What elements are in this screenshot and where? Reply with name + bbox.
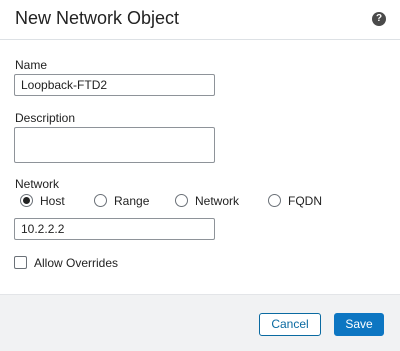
new-network-object-dialog: New Network Object ? Name Description Ne… [0, 0, 400, 351]
cancel-button[interactable]: Cancel [259, 313, 321, 336]
save-button[interactable]: Save [334, 313, 384, 336]
radio-host-circle[interactable] [20, 194, 33, 207]
dialog-header: New Network Object ? [0, 0, 400, 40]
name-input[interactable] [14, 74, 215, 96]
allow-overrides-label: Allow Overrides [34, 256, 119, 270]
allow-overrides-checkbox[interactable] [14, 256, 27, 269]
description-textarea[interactable] [14, 127, 215, 163]
dialog-footer: Cancel Save [0, 294, 400, 351]
radio-range-label: Range [114, 194, 150, 208]
radio-network-label: Network [195, 194, 240, 208]
network-value-input[interactable] [14, 218, 215, 240]
radio-range-circle[interactable] [94, 194, 107, 207]
network-label: Network [15, 177, 60, 191]
name-label: Name [15, 58, 48, 72]
radio-host-label: Host [40, 194, 65, 208]
radio-fqdn-label: FQDN [288, 194, 322, 208]
network-type-radio-group: Host Range Network FQDN [20, 193, 360, 209]
radio-network-circle[interactable] [175, 194, 188, 207]
description-label: Description [15, 111, 76, 125]
radio-fqdn-circle[interactable] [268, 194, 281, 207]
question-circle-icon[interactable]: ? [372, 12, 386, 26]
dialog-title: New Network Object [15, 8, 180, 28]
